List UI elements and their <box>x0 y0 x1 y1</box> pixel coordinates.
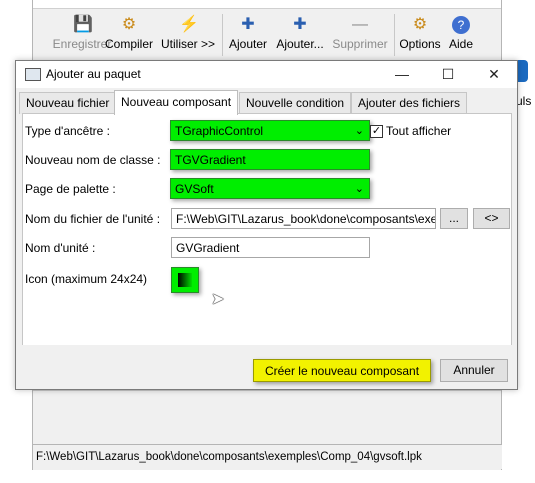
package-tree-area <box>33 390 501 443</box>
dialog-title: Ajouter au paquet <box>46 67 141 81</box>
plus-icon: ✚ <box>241 16 255 33</box>
icon-picker-button[interactable] <box>171 267 199 293</box>
unit-file-input[interactable]: F:\Web\GIT\Lazarus_book\done\composants\… <box>171 208 436 229</box>
help-label: Aide <box>448 37 474 51</box>
options-box-icon: ⚙ <box>412 16 428 33</box>
lightning-icon: ⚡ <box>179 16 199 33</box>
partial-label: uls <box>516 94 532 108</box>
dialog-titlebar[interactable]: Ajouter au paquet — ☐ ✕ <box>16 61 517 88</box>
tab-new-condition[interactable]: Nouvelle condition <box>239 92 352 114</box>
add-more-label: Ajouter... <box>276 37 324 51</box>
ancestor-type-combo[interactable]: TGraphicControl ⌄ <box>170 120 370 141</box>
chevron-down-icon: ⌄ <box>354 183 364 195</box>
window-icon <box>25 68 41 81</box>
palette-page-label: Page de palette : <box>25 182 116 196</box>
compile-button[interactable]: ⚙ Compiler <box>103 16 155 51</box>
ancestor-type-label: Type d'ancêtre : <box>25 124 111 138</box>
add-more-button[interactable]: ✚ Ajouter... <box>273 16 327 51</box>
add-to-package-dialog: Ajouter au paquet — ☐ ✕ Nouveau fichier … <box>15 60 518 390</box>
plus-multiple-icon: ✚ <box>293 16 307 33</box>
icon-label: Icon (maximum 24x24) <box>25 272 148 286</box>
use-button[interactable]: ⚡ Utiliser >> <box>157 16 219 51</box>
toolbar-separator <box>222 14 223 56</box>
compile-label: Compiler <box>104 37 153 51</box>
floppy-disk-icon: 💾 <box>73 16 93 33</box>
unit-name-value: GVGradient <box>176 241 240 255</box>
add-label: Ajouter <box>228 37 268 51</box>
class-name-input[interactable]: TGVGradient <box>170 149 370 170</box>
gear-box-icon: ⚙ <box>121 16 137 33</box>
show-all-label: Tout afficher <box>386 124 452 138</box>
toolbar-separator <box>394 14 395 56</box>
unit-file-label: Nom du fichier de l'unité : <box>25 212 161 226</box>
gradient-icon <box>178 273 192 287</box>
palette-page-combo[interactable]: GVSoft ⌄ <box>170 178 370 199</box>
package-window-titlebar <box>33 0 501 9</box>
show-all-checkbox[interactable]: ✓ <box>370 125 383 138</box>
unit-name-label: Nom d'unité : <box>25 241 96 255</box>
remove-button[interactable]: — Supprimer <box>329 16 391 51</box>
browse-button[interactable]: ... <box>440 208 468 229</box>
class-name-value: TGVGradient <box>175 153 246 167</box>
create-component-button[interactable]: Créer le nouveau composant <box>253 359 431 382</box>
cancel-button[interactable]: Annuler <box>440 359 508 382</box>
maximize-icon[interactable]: ☐ <box>425 61 471 88</box>
help-icon: ? <box>452 16 470 34</box>
minus-icon: — <box>352 16 368 33</box>
tab-new-file[interactable]: Nouveau fichier <box>19 92 117 114</box>
options-button[interactable]: ⚙ Options <box>398 16 442 51</box>
use-label: Utiliser >> <box>160 37 216 51</box>
ancestor-type-value: TGraphicControl <box>175 124 264 138</box>
unit-file-value: F:\Web\GIT\Lazarus_book\done\composants\… <box>176 212 436 226</box>
tab-new-component[interactable]: Nouveau composant <box>114 90 239 115</box>
remove-label: Supprimer <box>332 37 388 51</box>
close-icon[interactable]: ✕ <box>471 61 517 88</box>
class-name-label: Nouveau nom de classe : <box>25 153 161 167</box>
chevron-down-icon: ⌄ <box>354 125 364 137</box>
options-label: Options <box>399 37 441 51</box>
status-bar: F:\Web\GIT\Lazarus_book\done\composants\… <box>33 444 502 469</box>
minimize-icon[interactable]: — <box>379 61 425 88</box>
help-button[interactable]: ? Aide <box>446 16 476 51</box>
unit-name-input[interactable]: GVGradient <box>171 237 370 258</box>
mouse-cursor-icon: ➤ <box>211 291 225 308</box>
shorten-path-button[interactable]: <> <box>473 208 510 229</box>
tab-add-files[interactable]: Ajouter des fichiers <box>351 92 468 114</box>
add-button[interactable]: ✚ Ajouter <box>227 16 269 51</box>
palette-page-value: GVSoft <box>175 182 214 196</box>
